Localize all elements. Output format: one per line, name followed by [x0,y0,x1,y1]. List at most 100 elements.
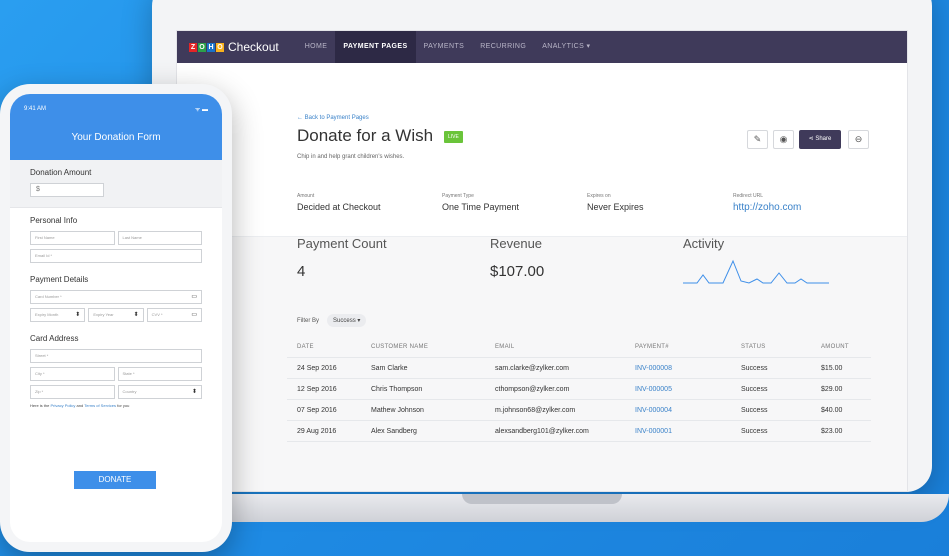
col-email[interactable]: EMAIL [495,344,635,350]
cell-status: Success [741,406,768,414]
cell-status: Success [741,427,768,435]
email-field[interactable]: Email Id * [30,249,202,263]
cell-date: 24 Sep 2016 [297,364,337,372]
nav-payments[interactable]: PAYMENTS [416,31,473,63]
donation-amount-section: Donation Amount $ [10,160,222,208]
brand[interactable]: ZOHO Checkout [189,40,279,54]
preview-button[interactable]: ◉ [773,130,794,149]
back-link[interactable]: ← Back to Payment Pages [297,115,369,121]
eye-icon: ◉ [779,134,788,144]
expiry-year-placeholder: Expiry Year [93,312,114,317]
col-payment[interactable]: PAYMENT# [635,344,741,350]
nav-recurring[interactable]: RECURRING [472,31,534,63]
donation-amount-input[interactable]: $ [30,183,104,197]
cell-customer: Alex Sandberg [371,427,417,435]
activity-sparkline [683,259,829,284]
country-placeholder: Country [122,389,137,394]
cell-amount: $15.00 [821,364,843,372]
country-select[interactable]: Country ⬍ [117,385,202,399]
col-amount[interactable]: AMOUNT [821,344,871,350]
revenue-value: $107.00 [490,263,545,280]
last-name-field[interactable]: Last Name [117,231,202,245]
cvv-field[interactable]: CVV * ▭ [146,308,202,322]
expiry-month-placeholder: Expiry Month [35,312,59,317]
meta-label: Amount [297,193,315,199]
cell-email: cthompson@zylker.com [495,385,570,393]
card-number-field[interactable]: Card Number * ▭ [30,290,202,304]
col-customer[interactable]: CUSTOMER NAME [371,344,495,350]
form-title: Your Donation Form [71,132,161,143]
cell-invoice-link[interactable]: INV-000008 [635,365,741,372]
live-badge: LIVE [444,131,463,143]
cell-invoice-link[interactable]: INV-000004 [635,407,741,414]
policy-and: and [76,403,84,408]
card-number-placeholder: Card Number * [35,294,62,299]
privacy-policy-link[interactable]: Privacy Policy [50,403,75,408]
status-time: 9:41 AM [24,106,47,112]
col-date[interactable]: DATE [287,344,371,350]
share-label: Share [815,136,832,142]
table-row[interactable]: 12 Sep 2016 Chris Thompson cthompson@zyl… [287,379,871,400]
cell-date: 07 Sep 2016 [297,406,337,414]
meta-label: Payment Type [442,193,474,199]
terms-link[interactable]: Terms of Services [84,403,116,408]
meta-expires: Expires on Never Expires [587,193,644,212]
activity-label: Activity [683,236,725,251]
cell-invoice-link[interactable]: INV-000005 [635,386,741,393]
zip-field[interactable]: Zip * [30,385,115,399]
revenue-label: Revenue [490,236,543,251]
select-arrows-icon: ⬍ [133,312,139,318]
table-header: DATE CUSTOMER NAME EMAIL PAYMENT# STATUS… [287,337,871,358]
expiry-month-select[interactable]: Expiry Month ⬍ [30,308,86,322]
cell-email: sam.clarke@zylker.com [495,364,570,372]
battery-icon: ᯤ ▬ [194,107,208,113]
state-field[interactable]: State * [117,367,202,381]
table-row[interactable]: 29 Aug 2016 Alex Sandberg alexsandberg10… [287,421,871,442]
share-button[interactable]: ⋖ Share [799,130,841,149]
policy-text: Here is the Privacy Policy and Terms of … [30,403,202,408]
table-row[interactable]: 07 Sep 2016 Mathew Johnson m.johnson68@z… [287,400,871,421]
cvv-placeholder: CVV * [151,312,163,317]
donate-button[interactable]: DONATE [74,471,156,489]
nav-home[interactable]: HOME [297,31,336,63]
nav-analytics[interactable]: ANALYTICS ▾ [534,31,598,63]
payment-count-label: Payment Count [297,236,387,251]
card-icon: ▭ [191,312,197,318]
meta-label: Expires on [587,193,611,199]
meta-value: One Time Payment [442,202,520,212]
cell-customer: Mathew Johnson [371,406,424,414]
cell-status: Success [741,385,768,393]
cell-invoice-link[interactable]: INV-000001 [635,428,741,435]
col-status[interactable]: STATUS [741,344,821,350]
street-field[interactable]: Street * [30,349,202,363]
cell-status: Success [741,364,768,372]
laptop-notch [462,494,622,504]
select-arrows-icon: ⬍ [191,389,197,395]
cell-amount: $23.00 [821,427,843,435]
nav-payment-pages[interactable]: PAYMENT PAGES [335,31,416,63]
redirect-url-link[interactable]: http://zoho.com [733,202,801,213]
top-navbar: ZOHO Checkout HOME PAYMENT PAGES PAYMENT… [177,31,907,63]
cell-amount: $40.00 [821,406,843,414]
first-name-field[interactable]: First Name [30,231,115,245]
filter-label: Filter By [297,317,320,324]
meta-redirect: Redirect URL http://zoho.com [733,193,801,213]
city-field[interactable]: City * [30,367,115,381]
filter-row: Filter By Success ▾ [297,314,367,327]
meta-value: Decided at Checkout [297,202,381,212]
cell-amount: $29.00 [821,385,843,393]
pencil-icon: ✎ [753,134,762,144]
phone-frame: 9:41 AM ᯤ ▬ Your Donation Form Donation … [0,84,232,552]
more-button[interactable]: ⊖ [848,130,869,149]
filter-dropdown[interactable]: Success ▾ [327,314,367,327]
cell-customer: Sam Clarke [371,364,408,372]
expiry-year-select[interactable]: Expiry Year ⬍ [88,308,144,322]
edit-button[interactable]: ✎ [747,130,768,149]
meta-payment-type: Payment Type One Time Payment [442,193,519,212]
meta-value: Never Expires [587,202,644,212]
phone-screen: 9:41 AM ᯤ ▬ Your Donation Form Donation … [10,94,222,542]
meta-amount: Amount Decided at Checkout [297,193,381,212]
table-row[interactable]: 24 Sep 2016 Sam Clarke sam.clarke@zylker… [287,358,871,379]
cell-email: alexsandberg101@zylker.com [495,427,589,435]
page-title: Donate for a Wish [297,126,434,145]
